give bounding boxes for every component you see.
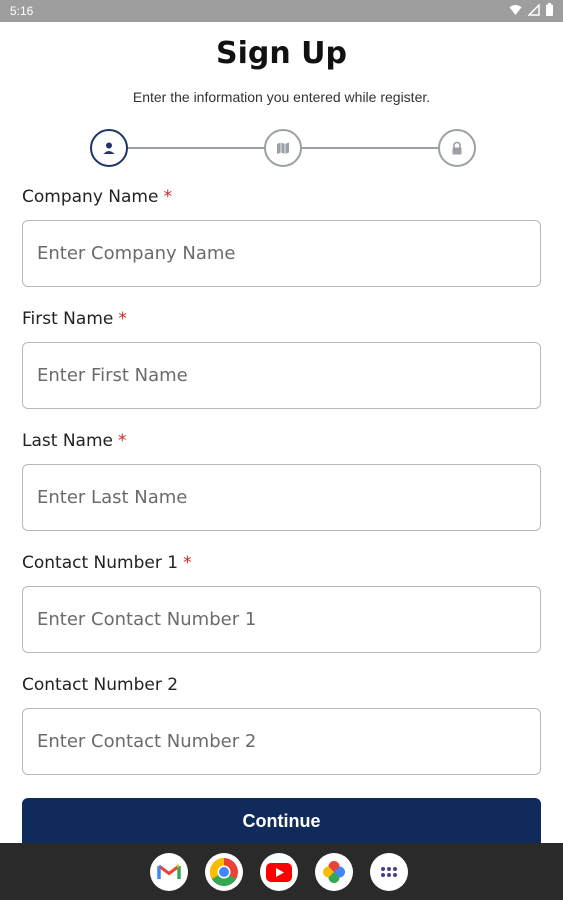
photos-icon[interactable] xyxy=(315,853,353,891)
gmail-icon[interactable] xyxy=(150,853,188,891)
step-security[interactable] xyxy=(438,129,476,167)
status-icons xyxy=(509,3,553,16)
step-personal-info[interactable] xyxy=(90,129,128,167)
app-dock xyxy=(150,853,408,891)
first-name-label-text: First Name xyxy=(22,309,114,329)
required-asterisk: * xyxy=(118,309,127,329)
first-name-label: First Name * xyxy=(22,309,127,329)
page-title: Sign Up xyxy=(215,36,347,71)
app-drawer-icon[interactable] xyxy=(370,853,408,891)
person-icon xyxy=(103,142,115,154)
first-name-input[interactable] xyxy=(22,342,541,409)
last-name-input[interactable] xyxy=(22,464,541,531)
status-time: 5:16 xyxy=(10,4,34,18)
contact-number-1-input[interactable] xyxy=(22,586,541,653)
battery-icon xyxy=(546,3,553,16)
last-name-label-text: Last Name xyxy=(22,431,113,451)
required-asterisk: * xyxy=(163,187,172,207)
required-asterisk: * xyxy=(183,553,192,573)
last-name-label: Last Name * xyxy=(22,431,126,451)
signup-stepper xyxy=(90,129,476,167)
stepper-connector-2 xyxy=(300,147,438,149)
youtube-icon[interactable] xyxy=(260,853,298,891)
contact-number-1-label-text: Contact Number 1 xyxy=(22,553,179,573)
signal-icon xyxy=(528,3,540,16)
contact-number-2-label: Contact Number 2 xyxy=(22,675,178,695)
contact-number-2-label-text: Contact Number 2 xyxy=(22,675,179,695)
contact-number-1-label: Contact Number 1 * xyxy=(22,553,192,573)
company-name-input[interactable] xyxy=(22,220,541,287)
chrome-icon[interactable] xyxy=(205,853,243,891)
lock-icon xyxy=(452,141,462,155)
required-asterisk: * xyxy=(117,431,127,451)
wifi-icon xyxy=(509,4,522,15)
map-icon xyxy=(277,142,289,154)
company-name-label-text: Company Name xyxy=(22,187,159,207)
page-subtitle: Enter the information you entered while … xyxy=(132,89,431,105)
step-address[interactable] xyxy=(264,129,302,167)
status-bar: 5:16 xyxy=(0,0,563,22)
company-name-label: Company Name * xyxy=(22,187,172,207)
stepper-connector-1 xyxy=(126,147,266,149)
contact-number-2-input[interactable] xyxy=(22,708,541,775)
navigation-bar xyxy=(0,843,563,900)
